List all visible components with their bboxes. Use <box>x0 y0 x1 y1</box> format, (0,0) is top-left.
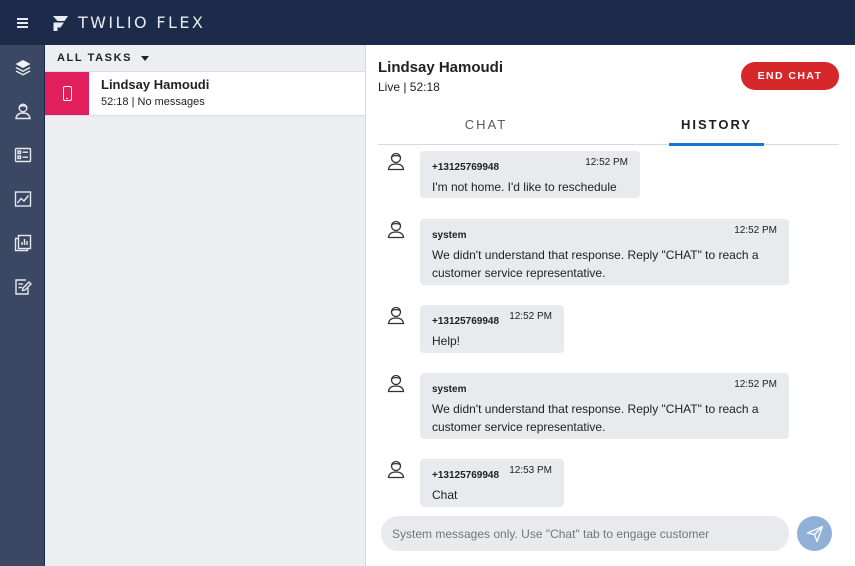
user-avatar-icon <box>387 152 405 171</box>
menu-button[interactable] <box>0 0 45 45</box>
top-bar: TWILIO FLEX <box>0 0 855 45</box>
task-customer-name: Lindsay Hamoudi <box>101 77 210 92</box>
message-composer <box>381 516 789 551</box>
message-author: +13125769948 <box>432 316 500 327</box>
user-avatar-icon <box>387 460 405 479</box>
message-author: system <box>432 230 467 241</box>
message-bubble: system 12:52 PM We didn't understand tha… <box>420 373 789 439</box>
task-card[interactable]: Lindsay Hamoudi 52:18 | No messages <box>45 71 365 116</box>
tab-chat[interactable]: CHAT <box>444 107 528 145</box>
message-text: Chat <box>432 488 458 502</box>
task-panel: Lindsay Hamoudi Live | 52:18 END CHAT CH… <box>366 45 855 566</box>
user-avatar-icon <box>387 374 405 393</box>
insights-icon <box>14 191 31 207</box>
message-history[interactable]: +13125769948 12:52 PM I'm not home. I'd … <box>366 145 855 510</box>
message-text: I'm not home. I'd like to reschedule <box>432 180 617 194</box>
send-icon <box>806 525 823 542</box>
send-button[interactable] <box>797 516 832 551</box>
brand: TWILIO FLEX <box>52 13 205 32</box>
hamburger-icon <box>17 18 28 28</box>
message-text: We didn't understand that response. Repl… <box>432 248 759 280</box>
message-input[interactable] <box>392 526 782 541</box>
edit-icon <box>14 279 32 295</box>
message-bubble: system 12:52 PM We didn't understand tha… <box>420 219 789 285</box>
message-time: 12:52 PM <box>734 379 777 390</box>
user-avatar-icon <box>387 220 405 239</box>
nav-item-layers[interactable] <box>0 45 45 89</box>
message-time: 12:52 PM <box>509 311 552 322</box>
channel-badge <box>45 72 89 115</box>
end-chat-button[interactable]: END CHAT <box>741 62 839 90</box>
message-time: 12:53 PM <box>509 465 552 476</box>
caret-down-icon <box>141 55 150 61</box>
message-time: 12:52 PM <box>734 225 777 236</box>
task-filter-dropdown[interactable]: ALL TASKS <box>45 45 365 71</box>
message-bubble: +13125769948 12:52 PM Help! <box>420 305 564 353</box>
queues-icon <box>14 147 31 163</box>
twilio-flex-logo-icon <box>53 15 68 31</box>
message-author: system <box>432 384 467 395</box>
user-avatar-icon <box>387 306 405 325</box>
nav-item-agents[interactable] <box>0 89 45 133</box>
task-list: ALL TASKS Lindsay Hamoudi 52:18 | No mes… <box>45 45 366 566</box>
message-author: +13125769948 <box>432 162 500 173</box>
reports-icon <box>14 234 31 252</box>
task-meta: 52:18 | No messages <box>101 96 205 108</box>
sms-phone-icon <box>62 86 72 101</box>
tab-history-label: HISTORY <box>680 117 753 132</box>
nav-item-edit[interactable] <box>0 265 45 309</box>
message-time: 12:52 PM <box>585 157 628 168</box>
agents-icon <box>14 103 31 120</box>
tab-history[interactable]: HISTORY <box>669 107 764 146</box>
side-navigation <box>0 45 45 566</box>
message-bubble: +13125769948 12:52 PM I'm not home. I'd … <box>420 151 640 198</box>
message-bubble: +13125769948 12:53 PM Chat <box>420 459 564 507</box>
message-text: Help! <box>432 334 461 348</box>
nav-item-queues[interactable] <box>0 133 45 177</box>
message-author: +13125769948 <box>432 470 500 481</box>
layers-icon <box>15 60 30 76</box>
nav-item-reports[interactable] <box>0 221 45 265</box>
task-filter-label: ALL TASKS <box>57 52 133 64</box>
panel-tabs: CHAT HISTORY <box>378 107 839 146</box>
task-status: Live | 52:18 <box>378 80 440 94</box>
message-text: We didn't understand that response. Repl… <box>432 402 759 434</box>
nav-item-insights[interactable] <box>0 177 45 221</box>
customer-name: Lindsay Hamoudi <box>378 59 504 76</box>
app-title: TWILIO FLEX <box>78 13 206 32</box>
